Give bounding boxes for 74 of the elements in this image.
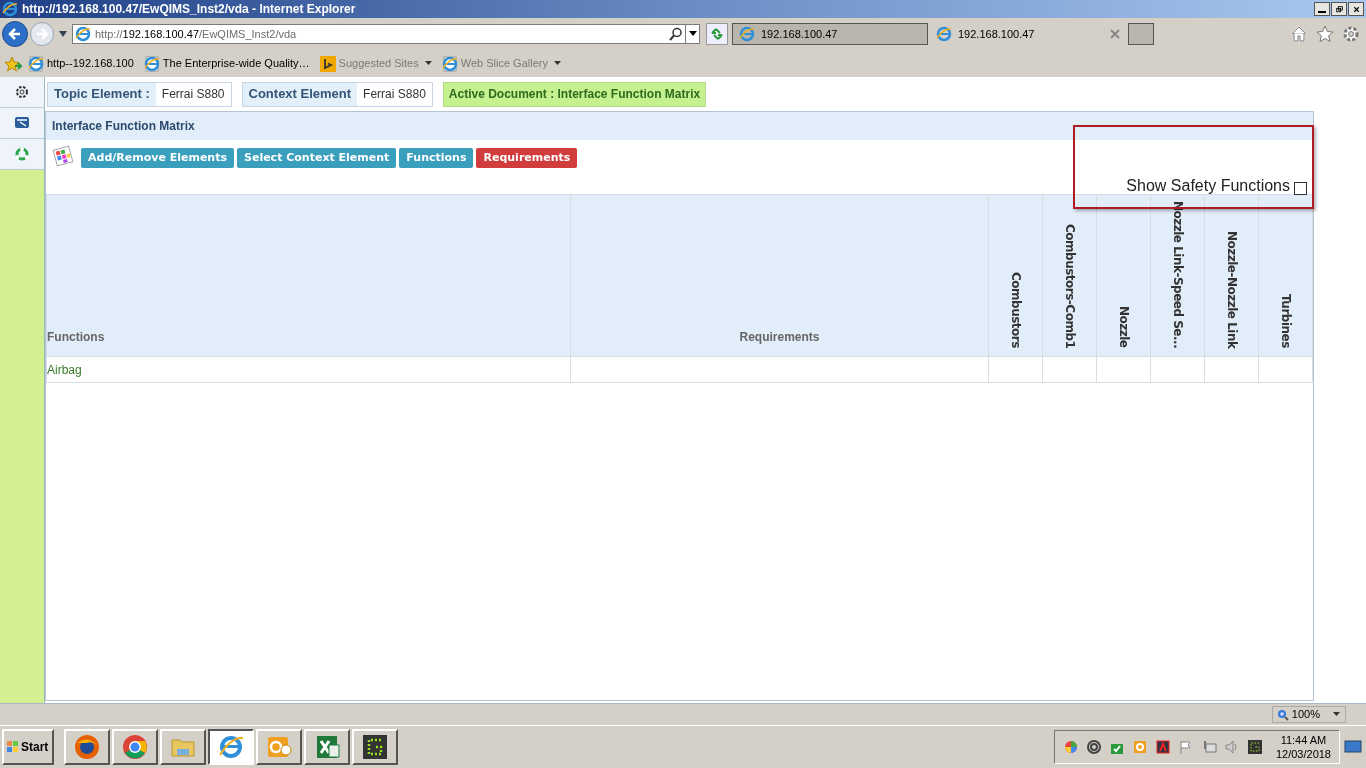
favorite-link[interactable]: The Enterprise-wide Quality… [143, 55, 310, 72]
screen-icon [14, 115, 30, 131]
panel-title: Interface Function Matrix [46, 112, 1313, 140]
caret-icon [1333, 712, 1341, 717]
recycle-icon [14, 146, 30, 162]
start-button[interactable]: Start [2, 729, 54, 765]
gear-icon [14, 84, 30, 100]
star-icon[interactable] [1316, 25, 1334, 43]
palette-grid-icon[interactable] [52, 145, 74, 167]
ie-logo-icon [2, 1, 18, 17]
browser-tab[interactable]: 192.168.100.47 [732, 23, 928, 45]
arrows-icon [710, 27, 724, 41]
zoom-icon [1276, 708, 1289, 721]
column-header[interactable]: Requirements [571, 328, 988, 356]
zoom-control[interactable]: 100% [1271, 706, 1346, 723]
url-text: http://192.168.100.47/EwQIMS_Inst2/vda [95, 26, 297, 42]
home-icon[interactable] [1290, 25, 1308, 43]
spiral-icon[interactable] [1085, 739, 1102, 755]
clock[interactable]: 11:44 AM 12/03/2018 [1275, 733, 1331, 761]
caret-icon [688, 31, 697, 37]
window-title: http://192.168.100.47/EwQIMS_Inst2/vda - Internet Explorer [22, 1, 356, 18]
flag-icon[interactable] [1177, 739, 1194, 755]
ie-logo-icon [75, 26, 91, 42]
ie-logo-icon [217, 733, 245, 761]
column-header[interactable]: Turbines [1276, 294, 1295, 348]
field-label: Context Element [242, 82, 358, 106]
toolbar-button[interactable]: Requirements [476, 148, 578, 168]
back-arrow-icon [8, 27, 22, 41]
sidebar-button[interactable] [0, 139, 44, 170]
caret-icon [424, 61, 432, 66]
column-header[interactable]: Combustors [1006, 272, 1025, 348]
address-field[interactable]: http://192.168.100.47/EwQIMS_Inst2/vda [72, 24, 700, 44]
ie-logo-icon [739, 26, 755, 42]
color-wheel-icon[interactable] [1062, 739, 1079, 755]
b-logo-icon [319, 55, 336, 72]
new-tab-button[interactable] [1128, 23, 1154, 45]
restore-button[interactable] [1331, 2, 1347, 16]
back-button[interactable] [2, 21, 28, 47]
windows-logo-icon [6, 740, 20, 754]
dropdown-arrow-icon[interactable] [58, 30, 68, 38]
clock-time: 11:44 AM [1280, 733, 1327, 747]
function-link[interactable]: Airbag [47, 362, 82, 377]
dotted-g-icon[interactable] [1246, 739, 1263, 755]
sidebar-button[interactable] [0, 108, 44, 139]
minimize-icon [1318, 11, 1326, 13]
page-icon [28, 55, 44, 72]
caret-icon [553, 61, 561, 66]
chrome-logo-icon [121, 733, 149, 761]
dotted-g-icon [361, 733, 389, 761]
restore-icon [1334, 4, 1344, 14]
favorites-star-icon[interactable] [4, 55, 22, 72]
page-icon [441, 55, 458, 72]
taskbar-app-button[interactable] [208, 729, 254, 765]
active-document-label: Active Document : Interface Function Matrix [442, 81, 707, 107]
minimize-button[interactable] [1314, 2, 1330, 16]
address-dropdown-button[interactable] [685, 25, 699, 43]
close-button[interactable] [1348, 2, 1364, 16]
field-label: Topic Element : [48, 82, 156, 106]
checkbox[interactable] [1294, 181, 1307, 195]
search-icon[interactable] [669, 27, 683, 41]
forward-arrow-icon [35, 27, 49, 41]
firefox-logo-icon [73, 733, 101, 761]
refresh-button[interactable] [706, 23, 728, 45]
column-header[interactable]: Functions [47, 328, 570, 356]
desktop-icon[interactable] [1344, 739, 1362, 755]
column-header[interactable]: Nozzle [1114, 306, 1133, 348]
favorite-link[interactable]: http--192.168.100 [28, 55, 134, 72]
close-icon [1351, 4, 1361, 14]
page-icon [143, 55, 160, 72]
sidebar-button[interactable] [0, 77, 44, 108]
settings-icon[interactable] [1342, 25, 1360, 43]
checkbox-label: Show Safety Functions [1126, 176, 1290, 196]
ie-logo-icon [936, 26, 952, 42]
clock-date: 12/03/2018 [1275, 747, 1331, 761]
